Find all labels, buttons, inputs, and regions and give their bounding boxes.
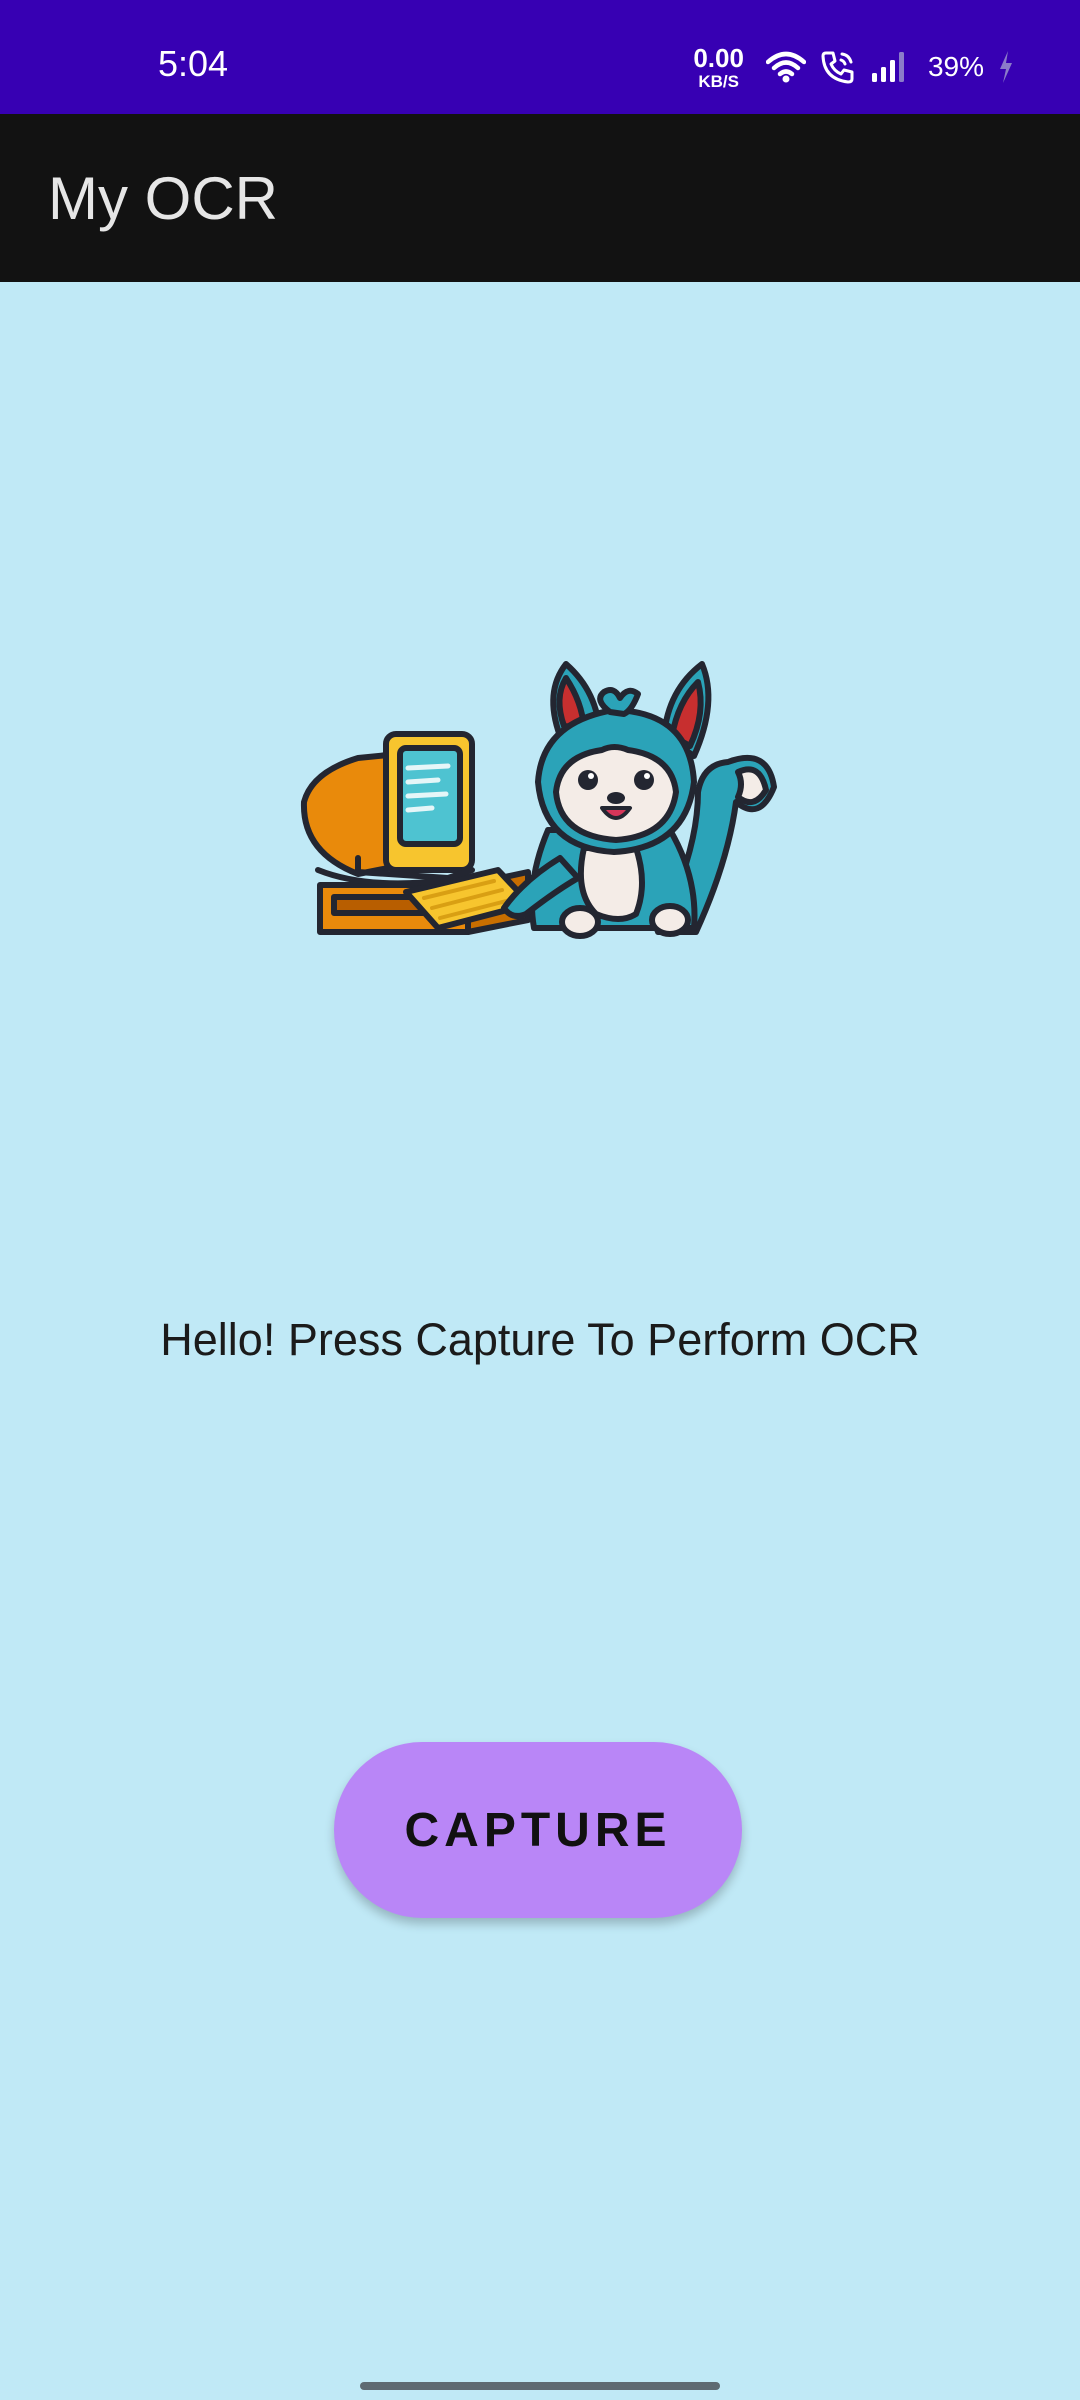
mascot-computer-image	[300, 661, 777, 939]
network-speed-unit: KB/S	[698, 71, 739, 91]
network-speed-value: 0.00	[693, 42, 744, 73]
battery-level: 39%	[927, 51, 984, 82]
app-bar: My OCR	[0, 114, 1080, 282]
status-icons: 0.00 KB/S 39%	[693, 42, 1014, 92]
capture-button[interactable]: CAPTURE	[334, 1742, 742, 1918]
capture-button-label: CAPTURE	[404, 1803, 672, 1857]
instruction-message: Hello! Press Capture To Perform OCR	[160, 1314, 920, 1365]
wifi-icon	[765, 51, 806, 83]
status-bar: 5:04 0.00 KB/S 39%	[0, 0, 1080, 114]
signal-icon	[871, 52, 904, 82]
status-time: 5:04	[158, 43, 229, 84]
app-title: My OCR	[48, 165, 278, 232]
battery-charging-icon	[1000, 51, 1012, 83]
gesture-navigation-bar[interactable]	[360, 2382, 720, 2390]
wifi-calling-icon	[821, 51, 854, 84]
screen: 5:04 0.00 KB/S 39% My OCR Hello! Press C…	[0, 0, 1080, 2400]
network-speed: 0.00 KB/S	[693, 45, 744, 90]
